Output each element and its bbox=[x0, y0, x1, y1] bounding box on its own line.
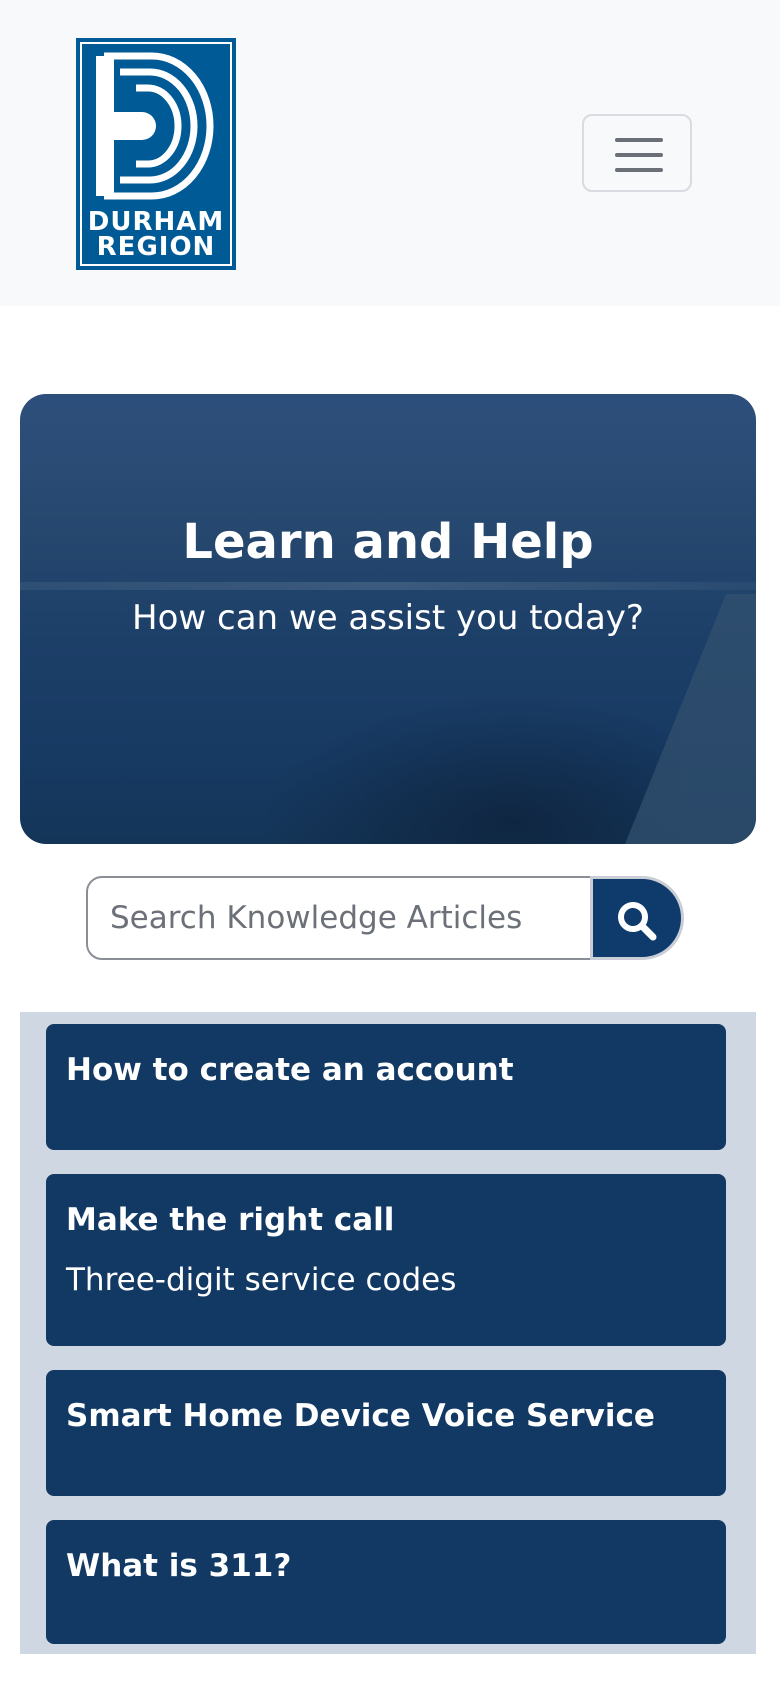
hero-title: Learn and Help bbox=[182, 514, 594, 570]
article-card-subtitle: Three-digit service codes bbox=[66, 1262, 457, 1298]
menu-toggle-button[interactable] bbox=[582, 114, 692, 192]
article-card-title: How to create an account bbox=[66, 1052, 514, 1088]
article-card-title: Smart Home Device Voice Service bbox=[66, 1398, 655, 1434]
logo-d-mark-icon bbox=[96, 52, 214, 200]
hero-rocks bbox=[260, 694, 680, 844]
logo-text-region: REGION bbox=[96, 232, 216, 262]
search-icon bbox=[618, 902, 657, 941]
article-card-title: What is 311? bbox=[66, 1548, 292, 1584]
search-button[interactable] bbox=[590, 876, 684, 960]
article-card-smart-home[interactable]: Smart Home Device Voice Service bbox=[46, 1370, 726, 1496]
knowledge-search bbox=[86, 876, 686, 960]
search-input[interactable] bbox=[86, 876, 592, 960]
article-list: How to create an account Make the right … bbox=[20, 1012, 756, 1654]
article-card-what-is-311[interactable]: What is 311? bbox=[46, 1520, 726, 1644]
site-header: DURHAM REGION bbox=[0, 0, 780, 306]
hero-horizon bbox=[20, 582, 756, 590]
hero-subtitle: How can we assist you today? bbox=[132, 598, 644, 638]
article-card-title: Make the right call bbox=[66, 1202, 395, 1238]
hamburger-icon-middle-bar bbox=[615, 153, 663, 157]
hamburger-icon bbox=[615, 138, 663, 142]
hamburger-icon-bottom-bar bbox=[615, 168, 663, 172]
durham-region-logo[interactable]: DURHAM REGION bbox=[76, 38, 236, 270]
article-card-create-account[interactable]: How to create an account bbox=[46, 1024, 726, 1150]
hero-banner: Learn and Help How can we assist you tod… bbox=[20, 394, 756, 844]
article-card-right-call[interactable]: Make the right call Three-digit service … bbox=[46, 1174, 726, 1346]
